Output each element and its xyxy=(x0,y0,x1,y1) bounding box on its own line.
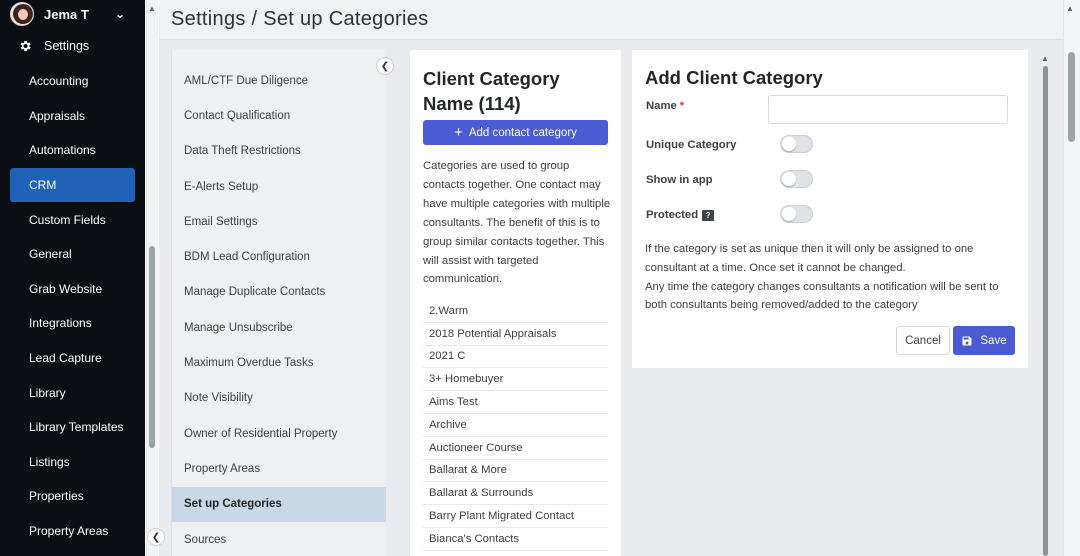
avatar xyxy=(10,2,34,26)
list-item[interactable]: 2018 Potential Appraisals xyxy=(423,323,608,346)
subnav-item-set-up-categories[interactable]: Set up Categories xyxy=(172,486,386,522)
subnav-list: AML/CTF Due Diligence Contact Qualificat… xyxy=(172,63,386,556)
category-list-title: Client Category Name (114) xyxy=(423,68,560,114)
subnav-item-duplicate-contacts[interactable]: Manage Duplicate Contacts xyxy=(172,275,386,310)
collapse-nav-button[interactable]: ❮ xyxy=(147,528,165,546)
left-nav: Jema T ⌄ Settings Accounting Appraisals … xyxy=(0,0,145,556)
content-scrollbar-thumb[interactable] xyxy=(1043,66,1048,556)
settings-header[interactable]: Settings xyxy=(18,37,89,55)
subnav-item-overdue-tasks[interactable]: Maximum Overdue Tasks xyxy=(172,345,386,380)
add-contact-category-button[interactable]: + Add contact category xyxy=(423,120,608,145)
name-label-text: Name xyxy=(646,100,677,112)
nav-item-listings[interactable]: Listings xyxy=(10,445,135,480)
list-item[interactable]: 3+ Homebuyer xyxy=(423,368,608,392)
settings-label: Settings xyxy=(44,39,90,53)
subnav-item-unsubscribe[interactable]: Manage Unsubscribe xyxy=(172,310,386,345)
plus-icon: + xyxy=(454,124,463,141)
help-text-unique: If the category is set as unique then it… xyxy=(645,243,974,274)
add-contact-category-label: Add contact category xyxy=(468,126,577,139)
subnav-item-contact-qualification[interactable]: Contact Qualification xyxy=(172,98,386,133)
nav-item-automations[interactable]: Automations xyxy=(10,133,135,168)
show-in-app-label: Show in app xyxy=(646,174,713,186)
chevron-left-icon: ❮ xyxy=(380,60,390,72)
subnav-item-property-areas[interactable]: Property Areas xyxy=(172,451,386,486)
collapse-subnav-button[interactable]: ❮ xyxy=(376,57,394,75)
page-scrollbar-thumb[interactable] xyxy=(1068,52,1075,142)
chevron-down-icon[interactable]: ⌄ xyxy=(115,7,125,21)
save-button[interactable]: Save xyxy=(953,326,1015,355)
nav-item-lead-capture[interactable]: Lead Capture xyxy=(10,341,135,376)
nav-item-property-areas[interactable]: Property Areas xyxy=(10,514,135,549)
nav-item-appraisals[interactable]: Appraisals xyxy=(10,99,135,134)
unique-category-label: Unique Category xyxy=(646,139,737,151)
list-item[interactable]: Auctioneer Course xyxy=(423,437,608,460)
subnav-item-bdm-lead[interactable]: BDM Lead Configuration xyxy=(172,239,386,274)
form-help-text: If the category is set as unique then it… xyxy=(645,240,1020,315)
subnav-item-e-alerts[interactable]: E-Alerts Setup xyxy=(172,169,386,204)
help-text-notification: Any time the category changes consultant… xyxy=(645,280,999,312)
protected-label-text: Protected xyxy=(646,209,699,221)
nav-item-custom-fields[interactable]: Custom Fields xyxy=(10,202,135,237)
subnav-item-data-theft[interactable]: Data Theft Restrictions xyxy=(172,134,386,169)
nav-item-crm[interactable]: CRM xyxy=(10,167,135,203)
list-item[interactable]: 2021 C xyxy=(423,346,608,369)
user-name: Jema T xyxy=(44,6,89,22)
category-list: 2.Warm 2018 Potential Appraisals 2021 C … xyxy=(423,300,608,551)
page-title: Settings / Set up Categories xyxy=(171,8,429,30)
scroll-up-arrow-icon[interactable]: ▲ xyxy=(1041,54,1049,63)
unique-category-toggle[interactable] xyxy=(780,135,813,153)
list-item[interactable]: Ballarat & More xyxy=(423,460,608,483)
list-item[interactable]: Bianca's Contacts xyxy=(423,528,608,551)
nav-item-general[interactable]: General xyxy=(10,237,135,272)
nav-item-accounting[interactable]: Accounting xyxy=(10,64,135,99)
list-item[interactable]: Barry Plant Migrated Contact xyxy=(423,505,608,528)
list-item[interactable]: Ballarat & Surrounds xyxy=(423,482,608,506)
nav-item-grab-website[interactable]: Grab Website xyxy=(10,272,135,307)
nav-item-library[interactable]: Library xyxy=(10,375,135,410)
help-icon[interactable]: ? xyxy=(702,209,715,221)
scroll-up-arrow-icon[interactable]: ▲ xyxy=(1066,4,1074,13)
nav-scrollbar-thumb[interactable] xyxy=(149,246,155,448)
save-icon xyxy=(962,336,972,345)
name-label: Name * xyxy=(646,100,684,112)
scroll-up-arrow-icon[interactable]: ▲ xyxy=(148,4,156,13)
subnav-item-owner-residential[interactable]: Owner of Residential Property xyxy=(172,416,386,451)
show-in-app-toggle[interactable] xyxy=(780,170,813,188)
user-menu[interactable]: Jema T ⌄ xyxy=(10,2,135,26)
protected-label: Protected ? xyxy=(646,209,715,221)
list-item[interactable]: 2.Warm xyxy=(423,300,608,323)
add-category-form: Add Client Category Name * Unique Catego… xyxy=(632,50,1028,368)
nav-list: Accounting Appraisals Automations CRM Cu… xyxy=(10,64,135,548)
save-label: Save xyxy=(980,334,1007,347)
list-item[interactable]: Aims Test xyxy=(423,391,608,414)
protected-toggle[interactable] xyxy=(780,205,813,223)
nav-item-library-templates[interactable]: Library Templates xyxy=(10,410,135,445)
form-title: Add Client Category xyxy=(645,67,823,88)
required-marker: * xyxy=(679,100,685,112)
settings-subnav: AML/CTF Due Diligence Contact Qualificat… xyxy=(171,50,386,556)
gear-icon xyxy=(18,39,32,53)
chevron-left-icon: ❮ xyxy=(151,531,161,543)
category-description: Categories are used to group contacts to… xyxy=(423,160,611,286)
subnav-item-note-visibility[interactable]: Note Visibility xyxy=(172,381,386,416)
subnav-item-email-settings[interactable]: Email Settings xyxy=(172,204,386,239)
list-item[interactable]: Archive xyxy=(423,414,608,437)
category-list-card: Client Category Name (114) + Add contact… xyxy=(410,50,621,556)
nav-item-properties[interactable]: Properties xyxy=(10,479,135,514)
cancel-button[interactable]: Cancel xyxy=(896,326,950,355)
name-field[interactable] xyxy=(768,95,1008,124)
nav-item-integrations[interactable]: Integrations xyxy=(10,306,135,341)
subnav-item-aml-ctf[interactable]: AML/CTF Due Diligence xyxy=(172,63,386,98)
subnav-item-sources[interactable]: Sources xyxy=(172,522,386,556)
